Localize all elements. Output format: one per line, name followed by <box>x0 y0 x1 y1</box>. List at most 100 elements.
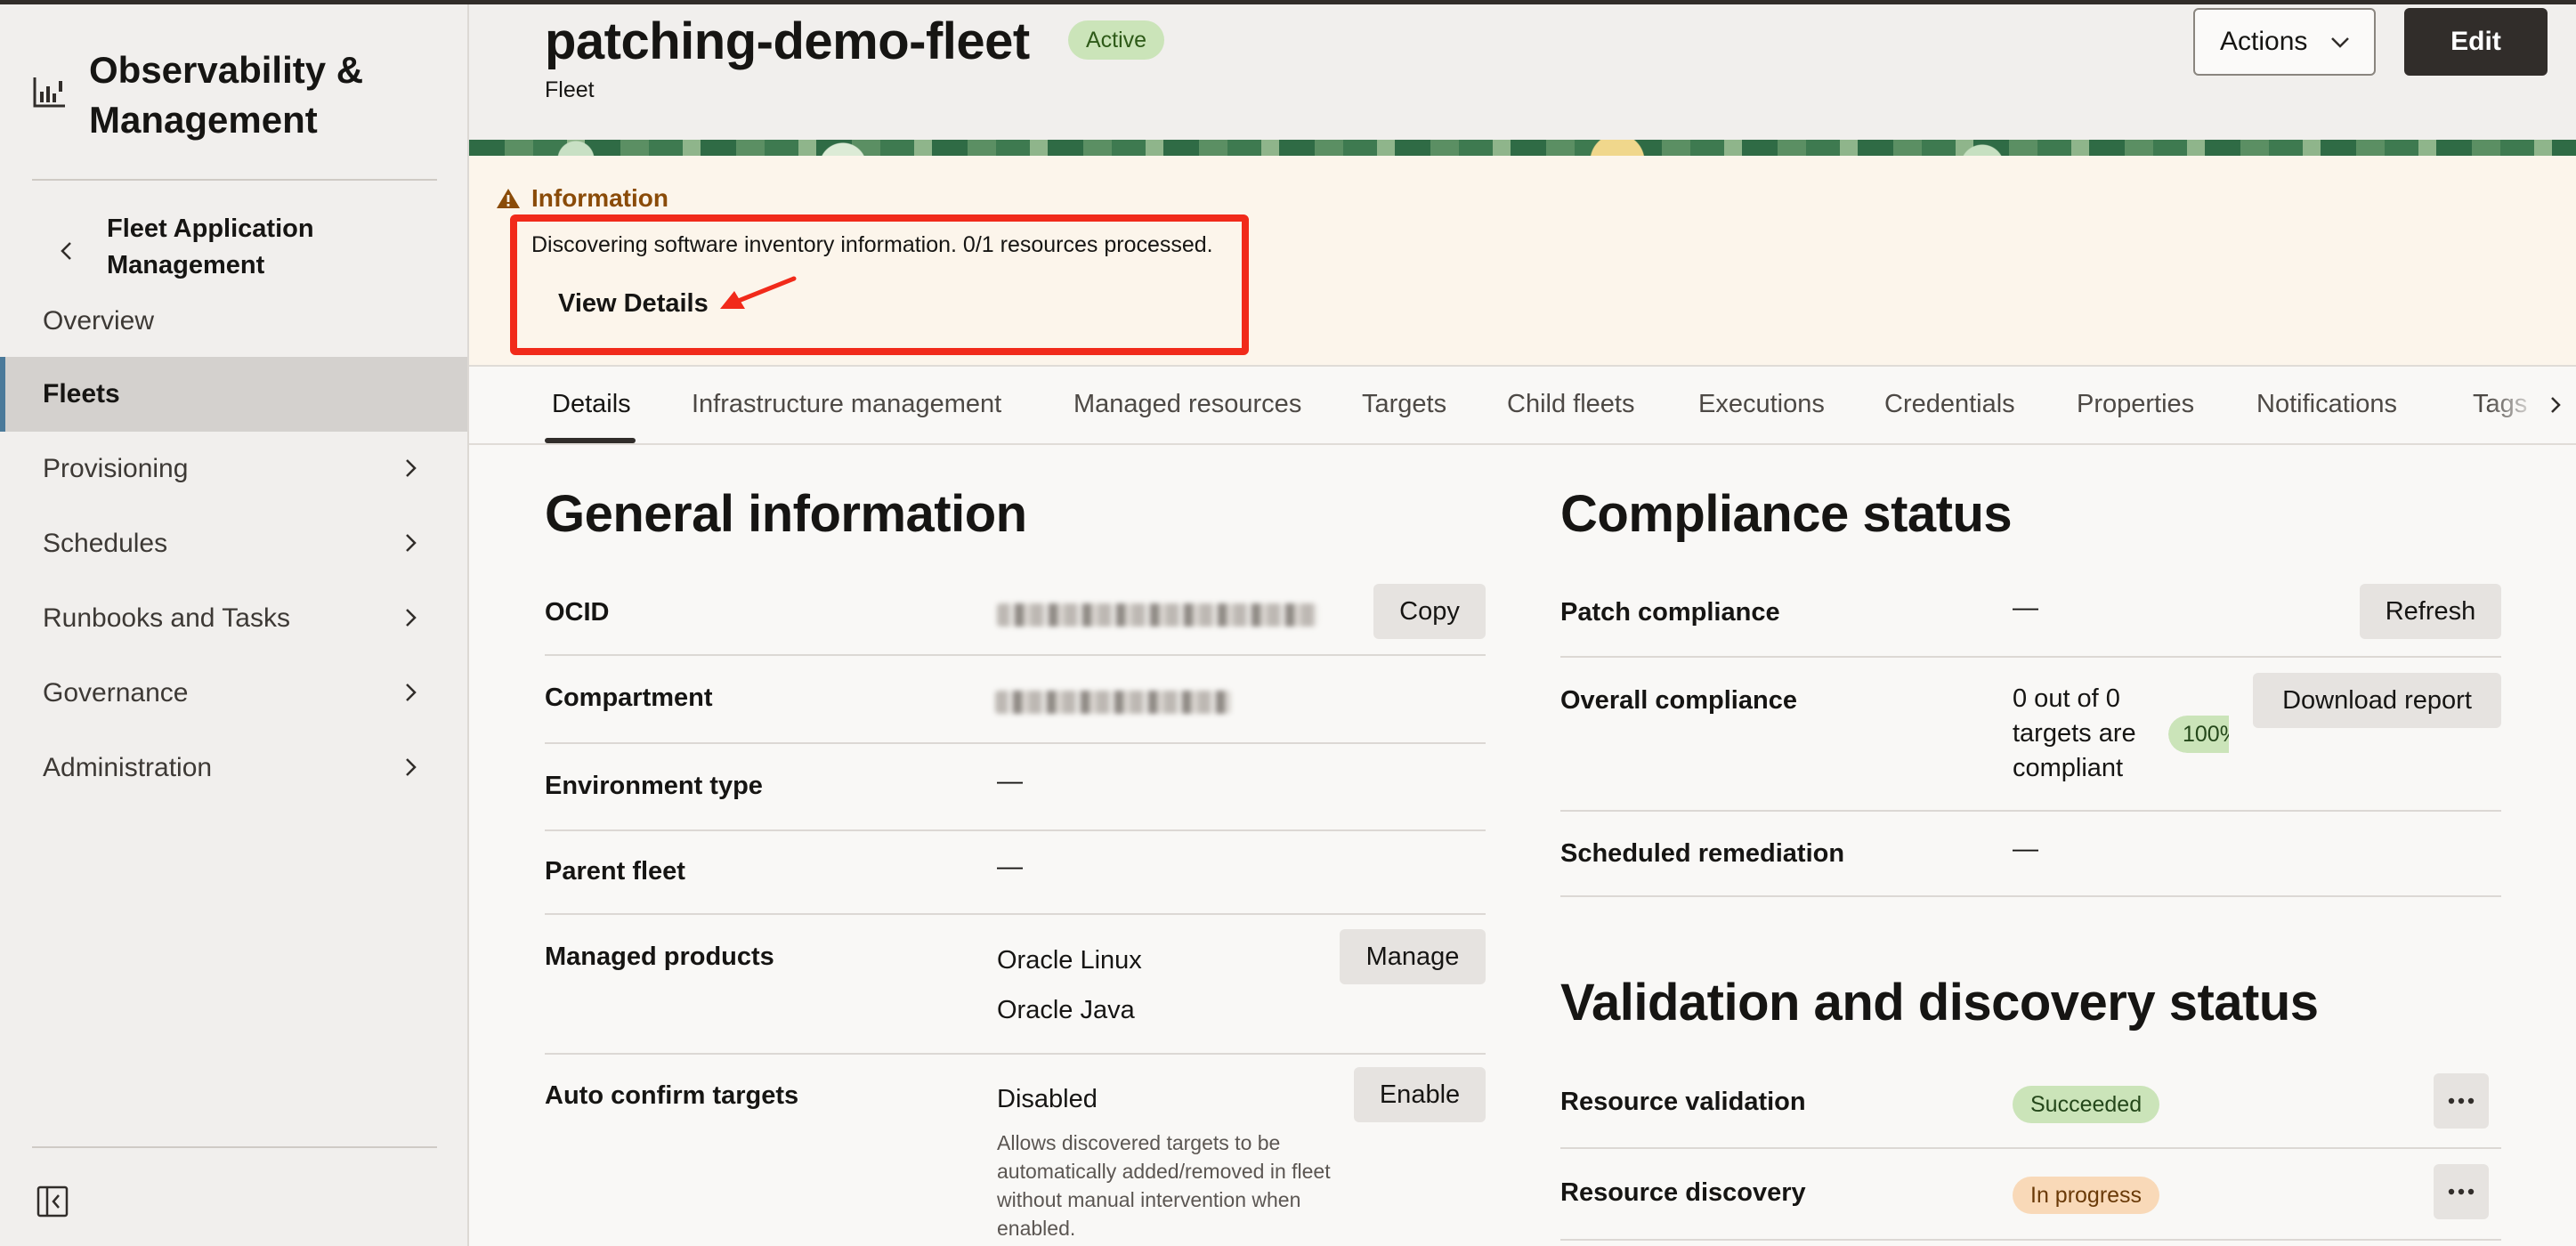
tab-managed-resources[interactable]: Managed resources <box>1073 390 1301 419</box>
scheduled-remediation-value: — <box>2013 835 2038 863</box>
resource-discovery-more-button[interactable] <box>2434 1164 2489 1219</box>
patch-compliance-label: Patch compliance <box>1560 598 1780 627</box>
active-tab-indicator <box>545 438 636 443</box>
collapse-sidebar-icon[interactable] <box>36 1185 69 1218</box>
patch-compliance-value: — <box>2013 594 2038 622</box>
annotation-highlight-box <box>510 214 1249 355</box>
chevron-left-icon <box>61 242 71 260</box>
chevron-right-icon <box>406 609 417 627</box>
resource-validation-more-button[interactable] <box>2434 1073 2489 1129</box>
auto-confirm-helper-text: Allows discovered targets to be automati… <box>997 1131 1331 1240</box>
sidebar-item-governance[interactable]: Governance <box>0 656 467 731</box>
divider <box>1560 810 2501 812</box>
divider <box>545 913 1486 915</box>
info-banner-header: Information <box>496 184 668 213</box>
divider <box>1560 1239 2501 1241</box>
page-header: patching-demo-fleet Active Fleet Actions… <box>469 4 2576 156</box>
tab-bar: Details Infrastructure management Manage… <box>469 367 2576 445</box>
manage-products-button[interactable]: Manage <box>1340 929 1486 984</box>
resource-discovery-label: Resource discovery <box>1560 1178 1806 1207</box>
actions-label: Actions <box>2220 27 2308 56</box>
sidebar-item-label: Fleets <box>43 379 120 409</box>
managed-product-item: Oracle Java <box>997 996 1135 1024</box>
managed-products-label: Managed products <box>545 943 774 971</box>
brand: Observability & Management <box>32 45 463 145</box>
resource-discovery-status-badge: In progress <box>2013 1177 2160 1214</box>
tab-credentials[interactable]: Credentials <box>1884 390 2015 419</box>
sidebar-item-fleets[interactable]: Fleets <box>0 357 467 432</box>
info-banner: Information Discovering software invento… <box>469 156 2576 367</box>
page-title: patching-demo-fleet <box>545 12 1030 70</box>
sidebar-item-provisioning[interactable]: Provisioning <box>0 432 467 506</box>
sidebar: Observability & Management Fleet Applica… <box>0 4 469 1246</box>
resource-validation-label: Resource validation <box>1560 1088 1806 1116</box>
refresh-compliance-button[interactable]: Refresh <box>2360 584 2501 639</box>
divider <box>545 1053 1486 1055</box>
managed-product-item: Oracle Linux <box>997 946 1142 975</box>
divider <box>545 654 1486 656</box>
compartment-value-redacted <box>995 691 1231 714</box>
enable-auto-confirm-button[interactable]: Enable <box>1354 1067 1486 1122</box>
compliance-percent-badge: 100% <box>2168 716 2229 753</box>
top-border <box>0 0 2576 4</box>
sidebar-item-label: Administration <box>43 753 213 782</box>
annotation-arrow-icon <box>720 276 797 309</box>
actions-menu-button[interactable]: Actions <box>2193 8 2376 76</box>
sidebar-item-administration[interactable]: Administration <box>0 731 467 805</box>
chevron-right-icon <box>406 684 417 701</box>
compartment-label: Compartment <box>545 684 713 712</box>
environment-type-label: Environment type <box>545 772 763 800</box>
parent-fleet-value: — <box>997 853 1023 881</box>
auto-confirm-value: Disabled <box>997 1085 1098 1113</box>
status-badge: Active <box>1068 20 1165 60</box>
tab-child-fleets[interactable]: Child fleets <box>1507 390 1634 419</box>
copy-ocid-button[interactable]: Copy <box>1373 584 1486 639</box>
observability-icon <box>33 77 65 108</box>
sidebar-divider <box>32 179 437 181</box>
parent-fleet-label: Parent fleet <box>545 857 685 886</box>
tab-executions[interactable]: Executions <box>1698 390 1825 419</box>
sidebar-item-runbooks[interactable]: Runbooks and Tasks <box>0 581 467 656</box>
divider <box>545 829 1486 831</box>
divider <box>1560 895 2501 897</box>
tab-targets[interactable]: Targets <box>1362 390 1446 419</box>
general-info-title: General information <box>545 485 1027 543</box>
tab-properties[interactable]: Properties <box>2077 390 2194 419</box>
validation-status-title: Validation and discovery status <box>1560 974 2319 1032</box>
tab-details[interactable]: Details <box>552 390 631 419</box>
chevron-down-icon <box>2331 37 2349 48</box>
resource-validation-status-badge: Succeeded <box>2013 1086 2160 1123</box>
more-options-icon <box>2448 1097 2475 1104</box>
sidebar-item-label: Overview <box>43 306 155 336</box>
chevron-right-icon <box>406 758 417 776</box>
environment-type-value: — <box>997 767 1023 796</box>
compliance-percent-value: 100% <box>2168 716 2229 753</box>
header-decoration <box>469 140 2576 156</box>
overall-compliance-text: 0 out of 0 targets are compliant <box>2013 684 2136 782</box>
overall-compliance-label: Overall compliance <box>1560 686 1797 715</box>
divider <box>545 742 1486 744</box>
page-subtitle: Fleet <box>545 77 595 102</box>
sidebar-item-schedules[interactable]: Schedules <box>0 506 467 581</box>
tab-overflow-fade <box>2487 367 2540 443</box>
sidebar-divider <box>32 1146 437 1148</box>
more-options-icon <box>2448 1188 2475 1195</box>
back-to-fleet-app-mgmt[interactable]: Fleet Application Management <box>53 211 374 284</box>
info-banner-title: Information <box>531 184 668 212</box>
chevron-right-icon <box>2550 397 2561 413</box>
edit-button[interactable]: Edit <box>2404 8 2548 76</box>
divider <box>1560 1147 2501 1149</box>
tab-notifications[interactable]: Notifications <box>2256 390 2397 419</box>
sidebar-item-label: Schedules <box>43 529 168 558</box>
back-label: Fleet Application Management <box>107 214 314 279</box>
warning-icon <box>497 189 520 208</box>
chevron-right-icon <box>406 459 417 477</box>
sidebar-item-overview[interactable]: Overview <box>0 286 467 357</box>
ocid-value-redacted <box>997 603 1317 627</box>
sidebar-item-label: Governance <box>43 678 189 708</box>
download-report-button[interactable]: Download report <box>2253 673 2501 728</box>
tab-scroll-right-button[interactable] <box>2536 367 2576 443</box>
ocid-label: OCID <box>545 598 610 627</box>
tab-infrastructure-management[interactable]: Infrastructure management <box>692 390 1001 419</box>
scheduled-remediation-label: Scheduled remediation <box>1560 839 1845 868</box>
